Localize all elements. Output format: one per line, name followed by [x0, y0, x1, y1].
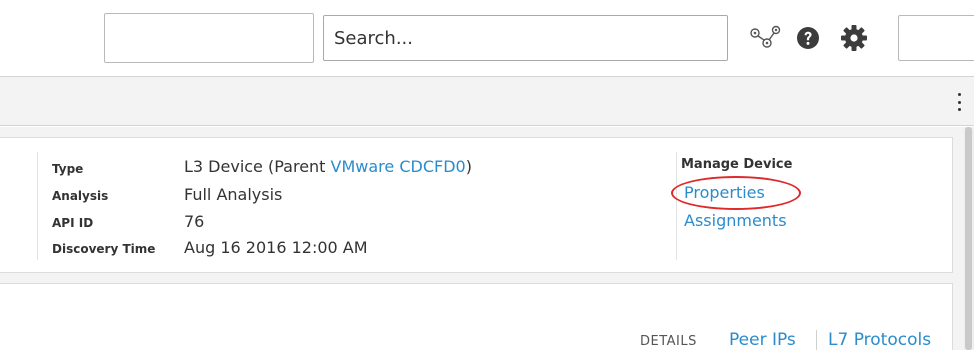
discovery-time-value: Aug 16 2016 12:00 AM: [184, 238, 368, 257]
toolbar: [0, 76, 974, 126]
search-input[interactable]: [323, 15, 728, 61]
type-value-prefix: L3 Device (Parent: [184, 157, 331, 176]
top-bar: [0, 0, 974, 76]
l7-protocols-link[interactable]: L7 Protocols: [828, 330, 931, 350]
link-separator: [816, 330, 817, 350]
question-circle-icon[interactable]: [796, 26, 820, 50]
details-label: DETAILS: [640, 334, 697, 349]
card-divider-left: [37, 152, 38, 260]
properties-highlight: [671, 176, 801, 210]
discovery-time-label: Discovery Time: [52, 242, 156, 256]
scrollbar-thumb[interactable]: [965, 127, 972, 350]
top-right-box[interactable]: [898, 15, 974, 61]
details-panel: [0, 283, 953, 350]
api-id-value: 76: [184, 212, 205, 231]
type-value: L3 Device (Parent VMware CDCFD0): [184, 157, 472, 176]
manage-device-title: Manage Device: [681, 157, 793, 172]
type-label: Type: [52, 162, 84, 176]
selector-box[interactable]: [104, 13, 314, 63]
assignments-link[interactable]: Assignments: [684, 211, 787, 230]
analysis-value: Full Analysis: [184, 185, 283, 204]
type-value-suffix: ): [465, 157, 472, 176]
kebab-menu-icon[interactable]: [956, 93, 962, 111]
card-divider-right: [676, 152, 677, 260]
parent-device-link[interactable]: VMware CDCFD0: [331, 157, 466, 176]
api-id-label: API ID: [52, 216, 94, 230]
analysis-label: Analysis: [52, 189, 109, 203]
gear-icon[interactable]: [840, 24, 868, 52]
peer-ips-link[interactable]: Peer IPs: [729, 330, 796, 350]
network-icon[interactable]: [748, 24, 782, 52]
